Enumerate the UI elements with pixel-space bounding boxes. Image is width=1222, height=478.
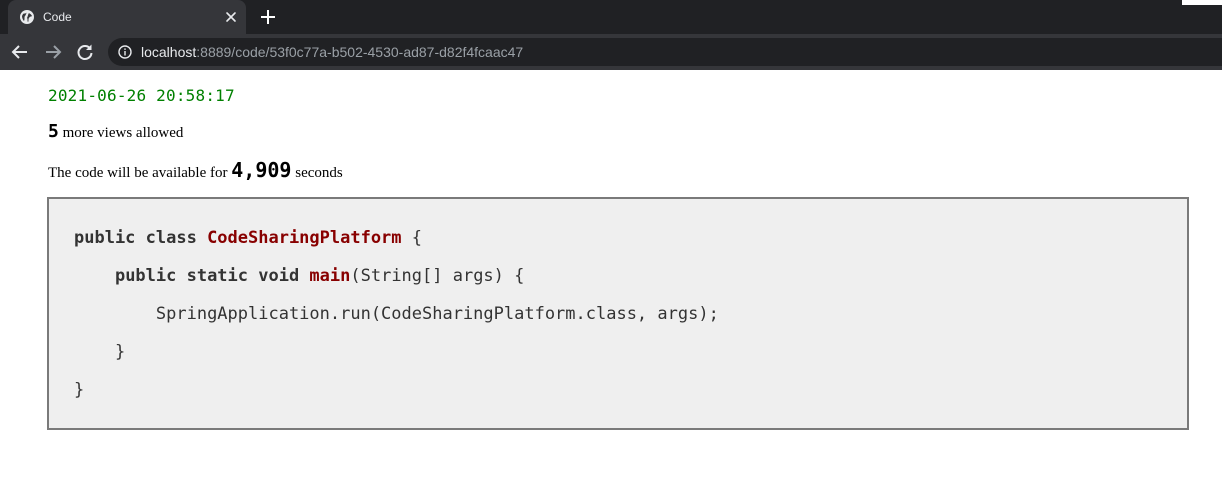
url-path: :8889/code/53f0c77a-b502-4530-ad87-d82f4… xyxy=(196,44,524,60)
url-host: localhost xyxy=(141,44,197,60)
globe-icon xyxy=(20,10,34,24)
code-line: } xyxy=(74,375,1187,413)
code-text: } xyxy=(114,342,126,362)
address-bar[interactable]: localhost:8889/code/53f0c77a-b502-4530-a… xyxy=(108,38,1222,66)
arrow-left-icon[interactable] xyxy=(11,43,29,61)
close-icon[interactable] xyxy=(224,10,238,24)
views-count: 5 xyxy=(48,121,59,142)
page-content: 2021-06-26 20:58:17 5 more views allowed… xyxy=(0,70,1222,478)
info-icon[interactable] xyxy=(118,45,132,59)
code-line: } xyxy=(74,337,1187,375)
arrow-right-icon[interactable] xyxy=(44,43,62,61)
time-prefix: The code will be available for xyxy=(48,165,232,181)
code-keyword: public class xyxy=(74,228,208,248)
plus-icon[interactable] xyxy=(259,8,277,26)
code-text: { xyxy=(401,228,423,248)
window-edge xyxy=(1182,0,1222,5)
tab-strip: Code xyxy=(0,0,1222,34)
code-line: public class CodeSharingPlatform { xyxy=(74,223,1187,261)
browser-tab[interactable]: Code xyxy=(8,0,246,34)
code-line: SpringApplication.run(CodeSharingPlatfor… xyxy=(74,299,1187,337)
views-restriction: 5 more views allowed xyxy=(48,121,183,142)
time-suffix: seconds xyxy=(291,165,343,181)
views-label: more views allowed xyxy=(58,125,184,141)
code-text: } xyxy=(74,380,85,400)
code-text: SpringApplication.run(CodeSharingPlatfor… xyxy=(155,304,719,324)
code-identifier: main xyxy=(309,266,351,286)
load-date: 2021-06-26 20:58:17 xyxy=(48,86,235,105)
tab-title: Code xyxy=(43,10,72,24)
time-seconds: 4,909 xyxy=(231,158,292,182)
reload-icon[interactable] xyxy=(76,43,94,61)
code-keyword: public static void xyxy=(114,266,310,286)
browser-toolbar: localhost:8889/code/53f0c77a-b502-4530-a… xyxy=(0,34,1222,70)
code-identifier: CodeSharingPlatform xyxy=(207,228,402,248)
url-text[interactable]: localhost:8889/code/53f0c77a-b502-4530-a… xyxy=(141,44,523,60)
code-line: public static void main(String[] args) { xyxy=(74,261,1187,299)
time-restriction: The code will be available for 4,909 sec… xyxy=(48,158,343,182)
code-snippet: public class CodeSharingPlatform { publi… xyxy=(47,197,1189,430)
code-text: (String[] args) { xyxy=(350,266,525,286)
